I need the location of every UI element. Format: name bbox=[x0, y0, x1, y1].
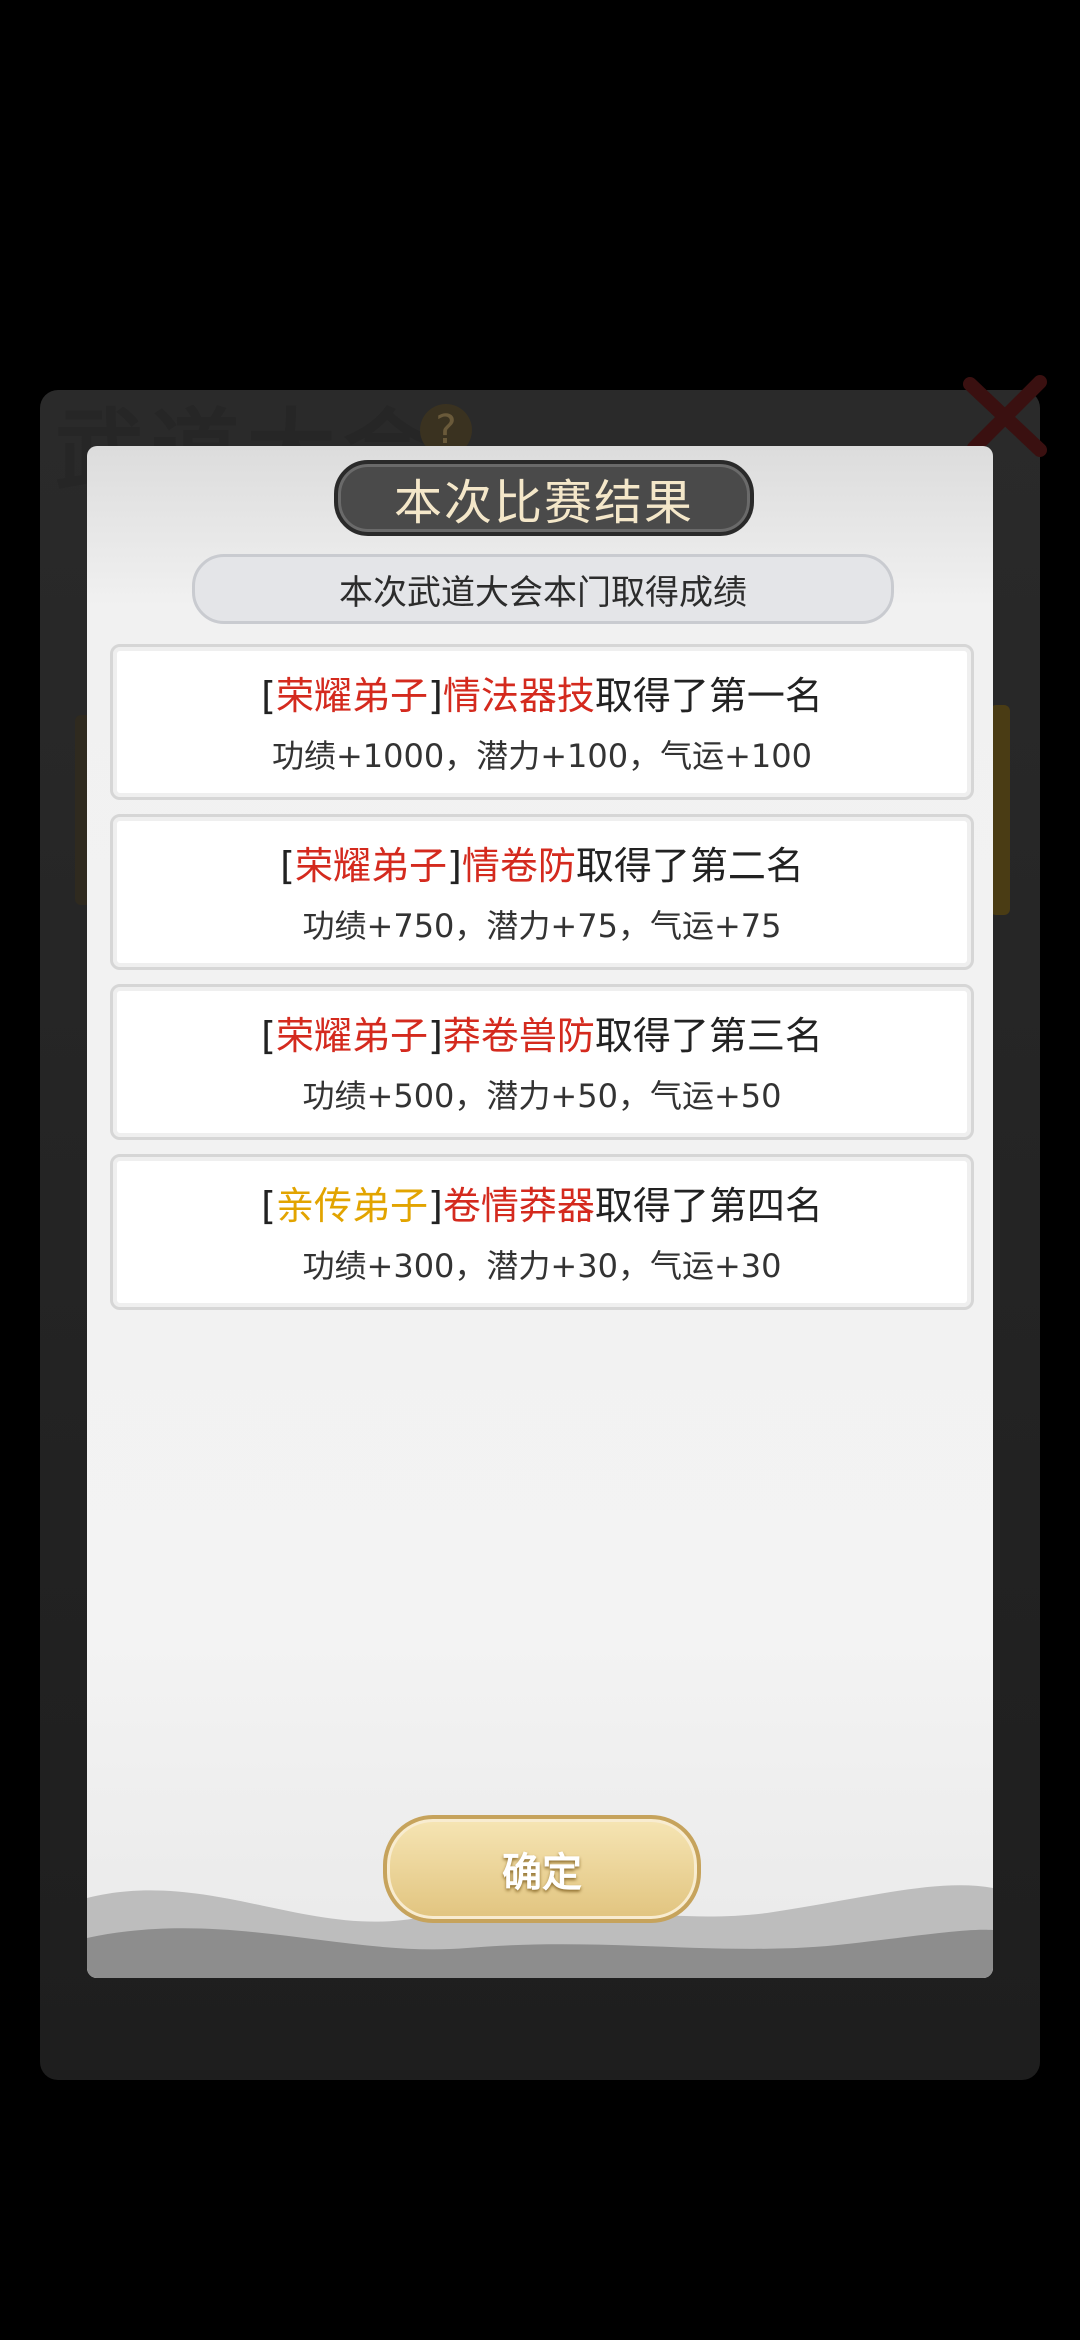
rank-tag: 亲传弟子 bbox=[275, 1184, 428, 1228]
bracket-close: ] bbox=[427, 1014, 443, 1058]
confirm-button[interactable]: 确定 bbox=[383, 1815, 701, 1923]
rank-tag: 荣耀弟子 bbox=[294, 844, 447, 888]
disciple-name: 莽卷兽防 bbox=[442, 1014, 595, 1058]
result-rewards: 功绩+750，潜力+75，气运+75 bbox=[302, 907, 782, 945]
bracket-close: ] bbox=[446, 844, 462, 888]
bracket-open: [ bbox=[261, 1014, 276, 1058]
bracket-open: [ bbox=[261, 674, 276, 718]
result-rewards: 功绩+500，潜力+50，气运+50 bbox=[302, 1077, 782, 1115]
disciple-name: 情法器技 bbox=[442, 674, 595, 718]
result-title: [荣耀弟子]情卷防取得了第二名 bbox=[113, 835, 971, 890]
result-rewards: 功绩+1000，潜力+100，气运+100 bbox=[271, 737, 813, 775]
disciple-name: 情卷防 bbox=[461, 844, 576, 888]
result-card: [荣耀弟子]情法器技取得了第一名 功绩+1000，潜力+100，气运+100 bbox=[110, 644, 974, 800]
result-card: [荣耀弟子]情卷防取得了第二名 功绩+750，潜力+75，气运+75 bbox=[110, 814, 974, 970]
result-title: [亲传弟子]卷情莽器取得了第四名 bbox=[113, 1175, 971, 1230]
rank-tag: 荣耀弟子 bbox=[275, 1014, 428, 1058]
place-text: 取得了第二名 bbox=[575, 844, 804, 888]
result-rewards: 功绩+300，潜力+30，气运+30 bbox=[302, 1247, 782, 1285]
place-text: 取得了第四名 bbox=[594, 1184, 823, 1228]
place-text: 取得了第一名 bbox=[594, 674, 823, 718]
result-title: [荣耀弟子]情法器技取得了第一名 bbox=[113, 665, 971, 720]
bracket-close: ] bbox=[427, 1184, 443, 1228]
rank-tag: 荣耀弟子 bbox=[275, 674, 428, 718]
bracket-close: ] bbox=[427, 674, 443, 718]
disciple-name: 卷情莽器 bbox=[442, 1184, 595, 1228]
background-side-decor-right bbox=[990, 705, 1010, 915]
bracket-open: [ bbox=[280, 844, 295, 888]
place-text: 取得了第三名 bbox=[594, 1014, 823, 1058]
result-card: [荣耀弟子]莽卷兽防取得了第三名 功绩+500，潜力+50，气运+50 bbox=[110, 984, 974, 1140]
modal-subtitle: 本次武道大会本门取得成绩 bbox=[192, 554, 894, 624]
bracket-open: [ bbox=[261, 1184, 276, 1228]
modal-title: 本次比赛结果 bbox=[334, 460, 754, 536]
result-title: [荣耀弟子]莽卷兽防取得了第三名 bbox=[113, 1005, 971, 1060]
result-card: [亲传弟子]卷情莽器取得了第四名 功绩+300，潜力+30，气运+30 bbox=[110, 1154, 974, 1310]
